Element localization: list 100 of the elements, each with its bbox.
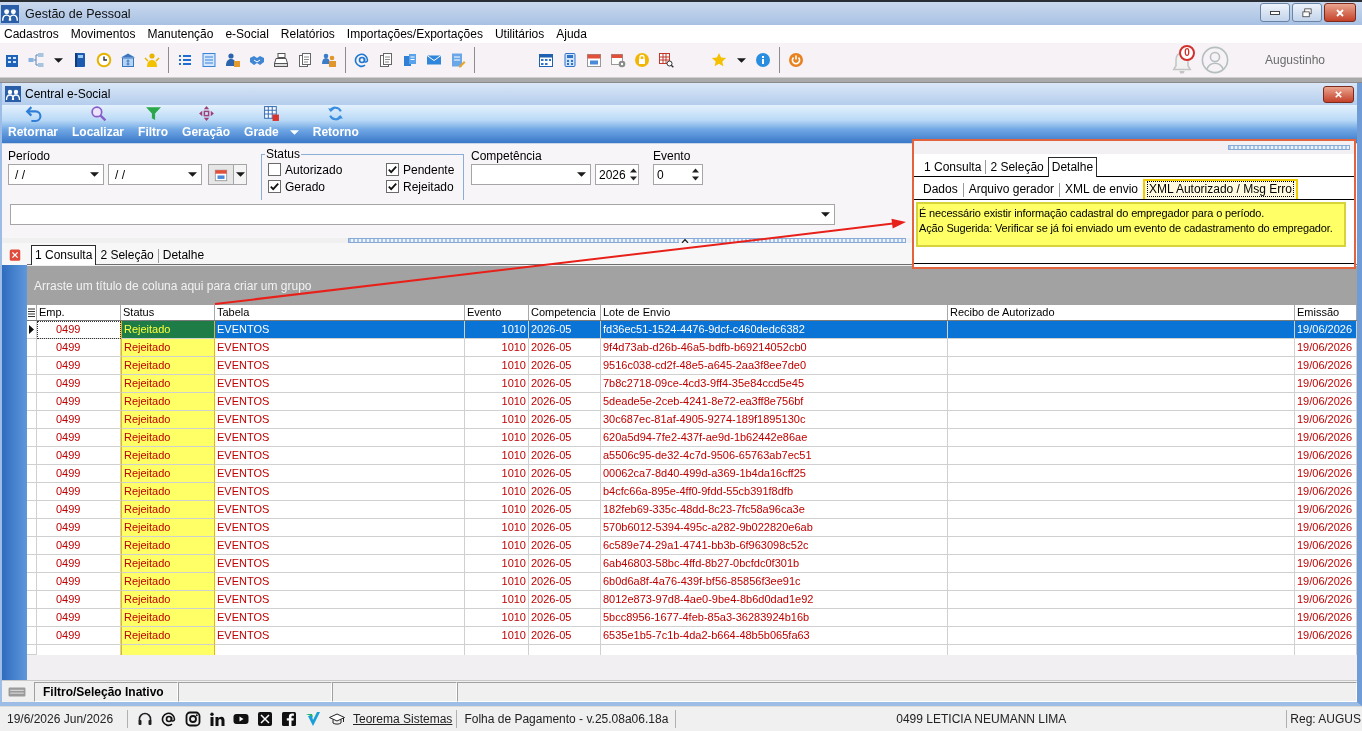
column-header[interactable]: Competencia [529,305,601,320]
table-row[interactable]: 0499 Rejeitado EVENTOS 1010 2026-05 182feb69-335c-48dd-8c23-7fc58a96ca3e 19/06/2026 [27,501,1357,519]
table-row[interactable]: 0499 Rejeitado EVENTOS 1010 2026-05 9516c038-cd2f-48e5-a645-2aa3f8ee7de0 19/06/2026 [27,357,1357,375]
table-row[interactable]: 0499 Rejeitado EVENTOS 1010 2026-05 30c687ec-81af-4905-9274-189f1895130c 19/06/2026 [27,411,1357,429]
table-row[interactable]: 0499 Rejeitado EVENTOS 1010 2026-05 6ab46803-58bc-4ffd-8b27-0bcfdc0f301b 19/06/2026 [27,555,1357,573]
at-sign-icon[interactable] [161,711,177,727]
column-header[interactable]: Status [121,305,215,320]
calendar-gear-icon[interactable] [610,52,626,68]
column-header[interactable]: Emp. [37,305,121,320]
tab[interactable]: Detalhe [158,245,209,265]
book-icon[interactable] [72,52,88,68]
table-row[interactable]: 0499 Rejeitado EVENTOS 1010 2026-05 6535e1b5-7c1b-4da2-b664-48b5b065fa63 19/06/2026 [27,627,1357,645]
spin-arrows-icon[interactable] [692,167,699,182]
info-icon[interactable] [755,52,771,68]
column-header[interactable]: Tabela [215,305,465,320]
menu-item[interactable]: Ajuda [556,26,587,42]
calculator-icon[interactable] [562,52,578,68]
table-row[interactable]: 0499 Rejeitado EVENTOS 1010 2026-05 fd36ec51-1524-4476-9dcf-c460dedc6382 19/06/2026 [27,321,1357,339]
headset-icon[interactable] [137,711,153,727]
table-cell: 2026-05 [529,321,601,339]
menu-item[interactable]: Relatórios [280,26,335,42]
logo-icon[interactable] [305,711,321,727]
menu-item[interactable]: e-Social [225,26,269,42]
tab[interactable]: Dados [918,179,963,199]
splitter-handle[interactable] [348,238,906,243]
menu-item[interactable]: Utilitários [494,26,545,42]
company-link[interactable]: Teorema Sistemas [353,712,453,726]
caret-icon[interactable] [53,57,63,63]
star-icon[interactable] [711,52,727,68]
checkbox[interactable] [268,180,281,193]
bank-icon[interactable] [120,52,136,68]
linkedin-icon[interactable] [209,711,225,727]
form-icon[interactable] [201,52,217,68]
minimize-button[interactable] [1260,3,1290,22]
caret-icon[interactable] [736,57,746,63]
facebook-icon[interactable] [281,711,297,727]
table-row[interactable]: 0499 Rejeitado EVENTOS 1010 2026-05 a5506c95-de32-4c7d-9506-65763ab7ec51 19/06/2026 [27,447,1357,465]
tab[interactable]: Arquivo gerador [963,179,1060,199]
date-field[interactable]: / / [8,164,104,185]
power-icon[interactable] [788,52,804,68]
menu-item[interactable]: Cadastros [4,26,59,42]
documents-icon[interactable] [378,52,394,68]
tab[interactable]: 2 Seleção [986,157,1048,177]
tab[interactable]: 1 Consulta [920,157,986,177]
checkbox[interactable] [268,163,281,176]
graduation-cap-icon[interactable] [329,711,345,727]
calendar-icon[interactable] [586,52,602,68]
documents-icon[interactable] [297,52,313,68]
tab[interactable]: Detalhe [1047,157,1098,177]
table-row[interactable]: 0499 Rejeitado EVENTOS 1010 2026-05 5bcc8956-1677-4feb-85a3-36283924b16b 19/06/2026 [27,609,1357,627]
tab[interactable]: 1 Consulta [31,245,97,265]
table-search-icon[interactable] [658,52,674,68]
people-icon[interactable] [321,52,337,68]
menu-item[interactable]: Movimentos [70,26,136,42]
instagram-icon[interactable] [185,711,201,727]
calendar-grid-icon[interactable] [538,52,554,68]
tab[interactable]: 2 Seleção [96,245,158,265]
table-row[interactable]: 0499 Rejeitado EVENTOS 1010 2026-05 6b0d6a8f-4a76-439f-bf56-85856f3ee91c 19/06/2026 [27,573,1357,591]
table-row[interactable]: 0499 Rejeitado EVENTOS 1010 2026-05 7b8c2718-09ce-4cd3-9ff4-35e84ccd5e45 19/06/2026 [27,375,1357,393]
person-box-icon[interactable] [225,52,241,68]
files-icon[interactable] [402,52,418,68]
date-field[interactable]: / / [108,164,202,185]
youtube-icon[interactable] [233,711,249,727]
column-chooser-icon[interactable] [28,307,35,318]
table-row[interactable]: 0499 Rejeitado EVENTOS 1010 2026-05 6c589e74-29a1-4741-bb3b-6f963098c52c 19/06/2026 [27,537,1357,555]
tab[interactable]: XML Autorizado / Msg Erro [1143,179,1298,199]
table-row[interactable]: 0499 Rejeitado EVENTOS 1010 2026-05 b4cfc66a-895e-4ff0-9fdd-55cb391f8dfb 19/06/2026 [27,483,1357,501]
table-row[interactable]: 0499 Rejeitado EVENTOS 1010 2026-05 570b6012-5394-495c-a282-9b022820e6ab 19/06/2026 [27,519,1357,537]
menu-item[interactable]: Manutenção [147,26,214,42]
column-header[interactable]: Emissão [1295,305,1357,320]
calendar-button[interactable] [208,164,247,185]
column-header[interactable]: Lote de Envio [601,305,948,320]
table-row[interactable]: 0499 Rejeitado EVENTOS 1010 2026-05 8012e873-97d8-4ae0-9be4-8b6d0dad1e92 19/06/2026 [27,591,1357,609]
table-row[interactable]: 0499 Rejeitado EVENTOS 1010 2026-05 9f4d73ab-d26b-46a5-bdfb-b69214052cb0 19/06/2026 [27,339,1357,357]
evento-spinner[interactable]: 0 [653,164,703,185]
checkbox[interactable] [386,163,399,176]
x-logo-icon[interactable] [257,711,273,727]
splitter-handle[interactable] [1228,145,1350,150]
cash-register-icon[interactable] [273,52,289,68]
close-icon[interactable] [9,249,21,261]
table-row[interactable]: 0499 Rejeitado EVENTOS 1010 2026-05 00062ca7-8d40-499d-a369-1b4da16cff25 19/06/2026 [27,465,1357,483]
competencia-field[interactable] [471,164,591,185]
status-date: 19/6/2026 Jun/2026 [6,712,115,726]
table-row[interactable]: 0499 Rejeitado EVENTOS 1010 2026-05 620a5d94-7fe2-437f-ae9d-1b62442e86ae 19/06/2026 [27,429,1357,447]
tab[interactable]: XML de envio [1060,179,1143,199]
building-icon[interactable] [4,52,20,68]
clock-icon[interactable] [96,52,112,68]
checkbox[interactable] [386,180,399,193]
spin-arrows-icon[interactable] [629,167,637,182]
restore-button[interactable] [1292,3,1322,22]
close-button[interactable] [1324,3,1356,22]
table-cell: fd36ec51-1524-4476-9dcf-c460dedc6382 [601,321,948,339]
list-icon[interactable] [177,52,193,68]
table-row[interactable]: 0499 Rejeitado EVENTOS 1010 2026-05 5deade5e-2ceb-4241-8e72-ea3ff8e756bf 19/06/2026 [27,393,1357,411]
menu-item[interactable]: Importações/Exportações [346,26,483,42]
envelope-icon[interactable] [426,52,442,68]
column-header[interactable]: Recibo de Autorizado [948,305,1295,320]
column-header[interactable]: Evento [465,305,529,320]
close-button[interactable] [1323,85,1354,103]
year-spinner[interactable]: 2026 [595,164,639,185]
